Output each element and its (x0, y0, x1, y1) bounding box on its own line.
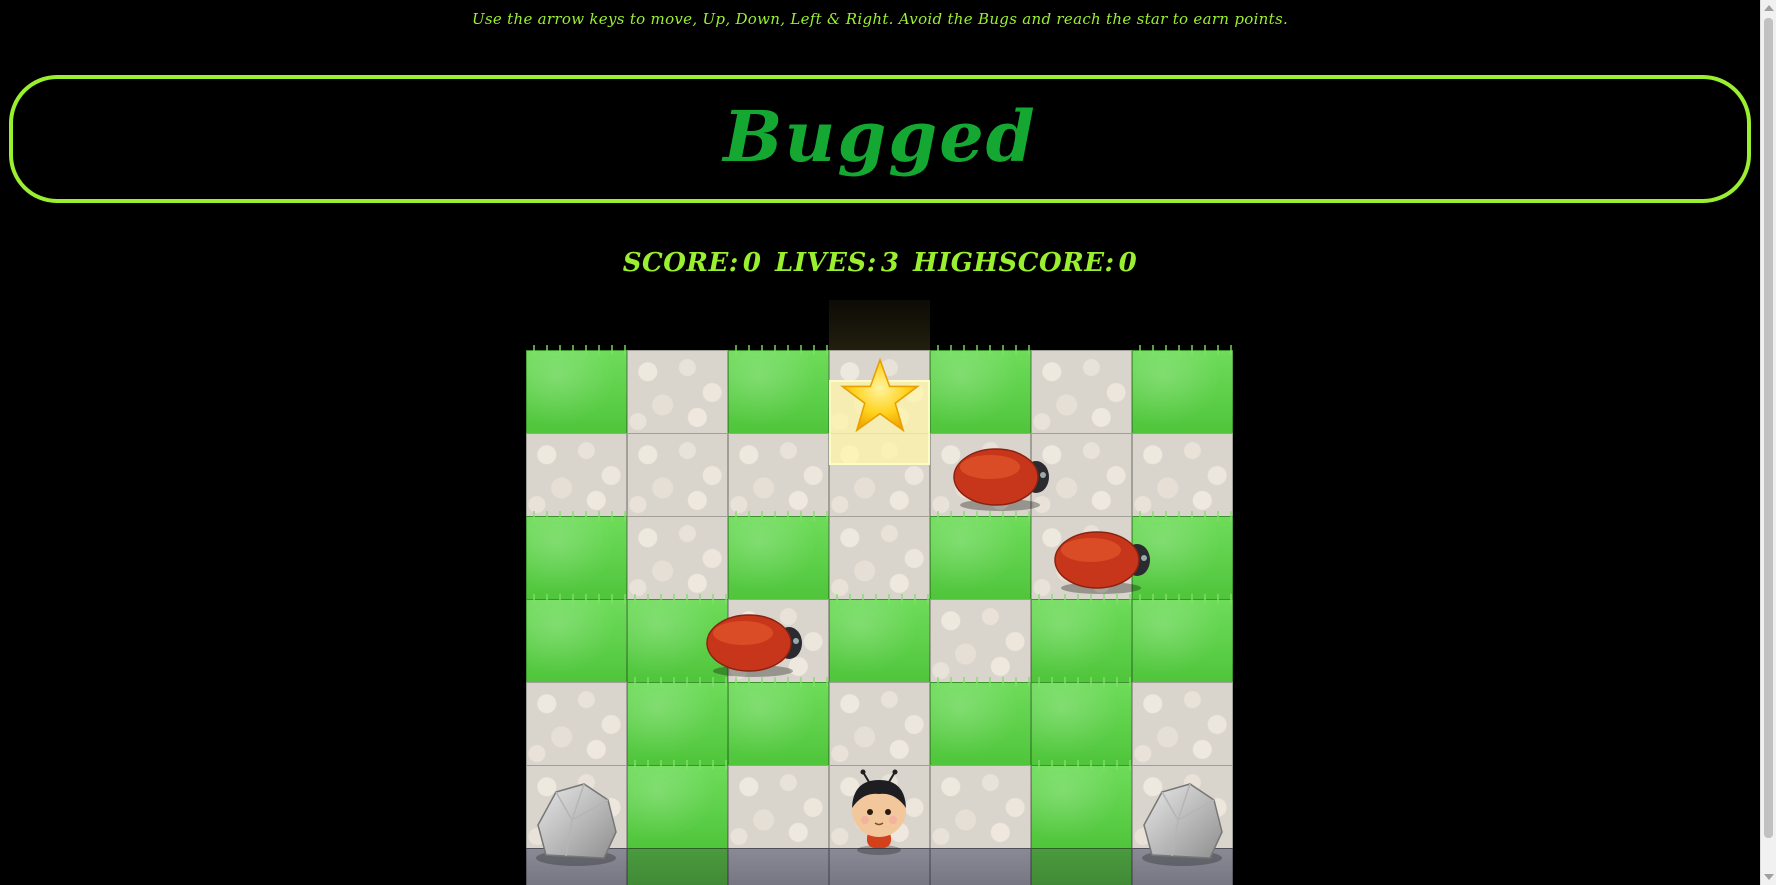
stone-tile (829, 682, 930, 767)
lives-label: LIVES: (775, 248, 877, 278)
grass-tile (829, 594, 930, 684)
grass-tile (930, 511, 1031, 601)
grass-tile (526, 345, 627, 435)
grass-tile (1031, 594, 1132, 684)
player-character[interactable] (829, 760, 930, 860)
grass-tile (930, 677, 1031, 767)
grass-tile (728, 345, 829, 435)
game-board[interactable] (526, 300, 1233, 885)
grass-tile (526, 594, 627, 684)
stone-tile (728, 765, 829, 850)
rock-obstacle (1132, 770, 1233, 870)
grass-tile (728, 677, 829, 767)
stone-tile (930, 599, 1031, 684)
stone-tile (930, 765, 1031, 850)
base-tile (930, 848, 1031, 885)
grass-tile (728, 511, 829, 601)
game-title: Bugged (723, 95, 1037, 178)
base-tile (1031, 848, 1132, 885)
stone-tile (829, 516, 930, 601)
scroll-down-icon[interactable] (1764, 874, 1774, 880)
grass-tile (526, 511, 627, 601)
highscore-value: 0 (1118, 248, 1138, 278)
stone-tile (627, 350, 728, 435)
stone-tile (1132, 682, 1233, 767)
instructions-text: Use the arrow keys to move, Up, Down, Le… (471, 10, 1289, 28)
score-value: 0 (742, 248, 762, 278)
scrollbar-thumb[interactable] (1764, 18, 1773, 838)
vertical-scrollbar[interactable] (1760, 0, 1776, 885)
grass-tile (1132, 345, 1233, 435)
star-icon (829, 345, 930, 446)
rock-obstacle (526, 770, 627, 870)
stone-tile (526, 682, 627, 767)
base-tile (627, 848, 728, 885)
stone-tile (1132, 433, 1233, 518)
highscore-label: HIGHSCORE: (913, 248, 1115, 278)
grass-tile (627, 677, 728, 767)
grass-tile (1031, 760, 1132, 850)
score-label: SCORE: (622, 248, 739, 278)
stone-tile (728, 433, 829, 518)
stone-tile (627, 433, 728, 518)
grass-tile (930, 345, 1031, 435)
enemy-bug (1051, 524, 1151, 596)
grass-tile (627, 760, 728, 850)
stone-tile (526, 433, 627, 518)
stone-tile (1031, 350, 1132, 435)
scroll-up-icon[interactable] (1764, 5, 1774, 11)
enemy-bug (950, 441, 1050, 513)
stone-tile (627, 516, 728, 601)
enemy-bug (703, 607, 803, 679)
lives-value: 3 (880, 248, 900, 278)
grass-tile (1031, 677, 1132, 767)
base-tile (728, 848, 829, 885)
score-bar: SCORE: 0 LIVES: 3 HIGHSCORE: 0 (0, 248, 1760, 278)
grass-tile (1132, 594, 1233, 684)
